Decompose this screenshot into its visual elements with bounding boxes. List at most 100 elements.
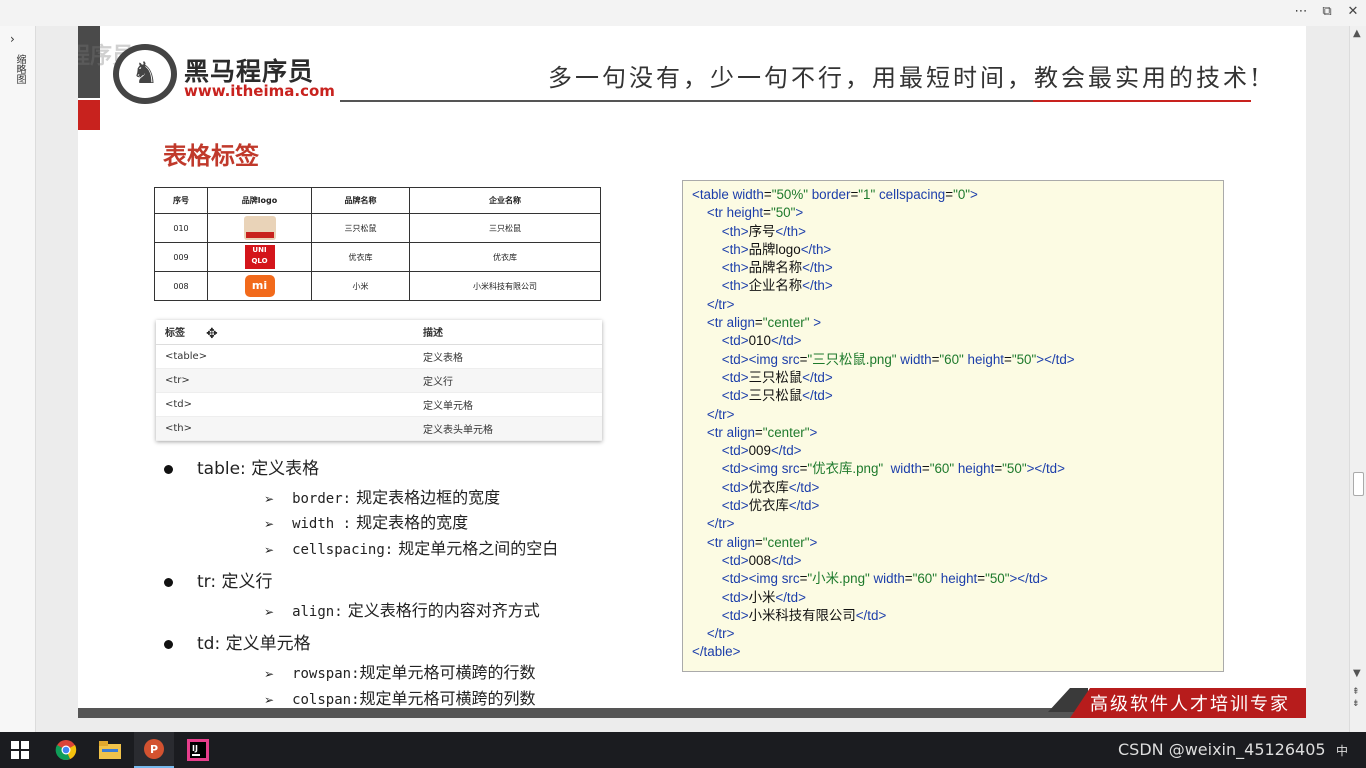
sub-bullet: ➢ cellspacing: 规定单元格之间的空白 bbox=[264, 535, 558, 559]
file-explorer-icon[interactable] bbox=[90, 732, 130, 768]
code-line: <td>小米科技有限公司</td> bbox=[721, 607, 887, 623]
code-line: <td>009</td> bbox=[721, 443, 802, 459]
uniqlo-logo-icon: UNI QLO bbox=[244, 245, 275, 269]
code-line: <td><img src="优衣库.png" width="60" height… bbox=[721, 461, 1065, 477]
vertical-scrollbar[interactable]: ▲ ▼ ⇞ ⇟ bbox=[1349, 26, 1366, 732]
scroll-up-icon[interactable]: ▲ bbox=[1353, 28, 1361, 39]
more-options-icon[interactable]: ⋯ bbox=[1290, 2, 1312, 22]
bullet-item: table: 定义表格 bbox=[164, 454, 319, 479]
windows-start-icon[interactable] bbox=[0, 732, 40, 768]
id-cell: 008 bbox=[154, 271, 208, 301]
sub-text: 规定单元格可横跨的行数 bbox=[359, 663, 536, 682]
slide-title: 表格标签 bbox=[163, 142, 259, 170]
desc-cell: 定义表头单元格 bbox=[414, 416, 602, 441]
code-line: <tr align="center"> bbox=[706, 424, 818, 440]
header-cell: 标签 bbox=[156, 320, 414, 345]
bullet-label: tr: 定义行 bbox=[197, 572, 273, 592]
arrow-bullet-icon: ➢ bbox=[264, 543, 275, 557]
code-line: <td>小米</td> bbox=[721, 589, 806, 605]
bullet-label: table: 定义表格 bbox=[197, 459, 320, 479]
page-nav-icons[interactable]: ⇞ ⇟ bbox=[1352, 686, 1360, 710]
table-header-row: 标签 描述 bbox=[156, 320, 602, 345]
tag-cell: <td> bbox=[156, 392, 414, 417]
sub-bullet: ➢ rowspan:规定单元格可横跨的行数 bbox=[264, 659, 536, 683]
tag-cell: <th> bbox=[156, 416, 414, 441]
code-line: <table width="50%" border="1" cellspacin… bbox=[692, 187, 978, 202]
company-cell: 小米科技有限公司 bbox=[409, 271, 601, 301]
tag-description-table: 标签 描述 <table> 定义表格 <tr> 定义行 <td> 定义单元格 <… bbox=[156, 320, 602, 441]
logo-cell: mi bbox=[207, 271, 312, 301]
sub-code: cellspacing: bbox=[292, 542, 394, 558]
header-cell: 企业名称 bbox=[409, 187, 601, 214]
arrow-bullet-icon: ➢ bbox=[264, 693, 275, 707]
header-cell: 品牌名称 bbox=[311, 187, 410, 214]
code-line: </table> bbox=[692, 644, 741, 660]
code-line: <tr align="center" > bbox=[706, 315, 822, 331]
slogan: 多一句没有，少一句不行，用最短时间，教会最实用的技术! bbox=[548, 64, 1263, 92]
sub-bullet: ➢ align: 定义表格行的内容对齐方式 bbox=[264, 597, 540, 621]
id-cell: 010 bbox=[154, 213, 208, 243]
sub-code: border: bbox=[292, 491, 352, 507]
code-line: <tr height="50"> bbox=[706, 205, 804, 221]
desc-cell: 定义表格 bbox=[414, 344, 602, 369]
xiaomi-logo-icon: mi bbox=[244, 275, 275, 297]
code-line: <th>序号</th> bbox=[721, 223, 806, 239]
code-line: <td>008</td> bbox=[721, 552, 802, 568]
bullet-label: td: 定义单元格 bbox=[197, 634, 311, 654]
scroll-down-icon[interactable]: ▼ bbox=[1353, 668, 1361, 679]
bullet-dot-icon bbox=[164, 639, 173, 649]
name-cell: 小米 bbox=[311, 271, 410, 301]
code-line: <th>品牌名称</th> bbox=[721, 260, 833, 276]
sub-text: 规定单元格可横跨的列数 bbox=[359, 689, 536, 708]
header-cell: 品牌logo bbox=[207, 187, 312, 214]
chrome-icon[interactable] bbox=[46, 732, 86, 768]
header-cell: 序号 bbox=[154, 187, 208, 214]
jetbrains-ide-icon[interactable]: IJ bbox=[178, 732, 218, 768]
svg-text:IJ: IJ bbox=[192, 744, 198, 753]
thumbnail-pane-label[interactable]: 缩略图 bbox=[11, 54, 25, 84]
desc-cell: 定义单元格 bbox=[414, 392, 602, 417]
squirrel-logo-icon bbox=[243, 216, 276, 240]
bullet-dot-icon bbox=[164, 464, 173, 474]
desc-cell: 定义行 bbox=[414, 368, 602, 393]
scrollbar-thumb[interactable] bbox=[1353, 472, 1364, 496]
sub-text: 规定表格边框的宽度 bbox=[351, 488, 501, 507]
arrow-bullet-icon: ➢ bbox=[264, 517, 275, 531]
table-row: <table> 定义表格 bbox=[156, 344, 602, 369]
mouse-cursor-icon: ✥ bbox=[206, 326, 218, 342]
code-line: </tr> bbox=[706, 626, 735, 642]
code-line: <td><img src="小米.png" width="60" height=… bbox=[721, 571, 1048, 587]
powerpoint-icon[interactable]: P bbox=[134, 732, 174, 768]
input-method-indicator[interactable]: 中 bbox=[1336, 742, 1348, 759]
code-line: <td>优衣库</td> bbox=[721, 498, 820, 514]
code-line: </tr> bbox=[706, 296, 735, 312]
brand-table: 序号 品牌logo 品牌名称 企业名称 010 三只松鼠 三只松鼠 009 UN… bbox=[154, 187, 601, 301]
csdn-watermark: CSDN @weixin_45126405 bbox=[1118, 740, 1326, 759]
sub-code: align: bbox=[292, 604, 343, 620]
close-window-icon[interactable]: ✕ bbox=[1342, 2, 1364, 22]
code-line: <th>品牌logo</th> bbox=[721, 241, 832, 257]
code-line: </tr> bbox=[706, 406, 735, 422]
tag-cell: <tr> bbox=[156, 368, 414, 393]
code-line: <td>三只松鼠</td> bbox=[721, 388, 833, 404]
thumbnail-pane bbox=[0, 26, 36, 732]
arrow-bullet-icon: ➢ bbox=[264, 492, 275, 506]
logo-cell: UNI QLO bbox=[207, 242, 312, 272]
sub-bullet: ➢ border: 规定表格边框的宽度 bbox=[264, 484, 500, 508]
sub-code: width : bbox=[292, 516, 352, 532]
id-cell: 009 bbox=[154, 242, 208, 272]
code-line: <tr align="center"> bbox=[706, 534, 818, 550]
bullet-dot-icon bbox=[164, 577, 173, 587]
sub-text: 定义表格行的内容对齐方式 bbox=[342, 601, 540, 620]
header-red-band bbox=[78, 100, 100, 130]
tag-cell: <table> bbox=[156, 344, 414, 369]
sub-bullet: ➢ width : 规定表格的宽度 bbox=[264, 509, 468, 533]
expand-thumbnails-icon[interactable]: › bbox=[10, 32, 15, 46]
company-cell: 三只松鼠 bbox=[409, 213, 601, 243]
bullet-item: tr: 定义行 bbox=[164, 567, 273, 592]
restore-window-icon[interactable]: ⧉ bbox=[1316, 2, 1338, 22]
arrow-bullet-icon: ➢ bbox=[264, 667, 275, 681]
code-line: <td>010</td> bbox=[721, 333, 802, 349]
code-line: <th>企业名称</th> bbox=[721, 278, 833, 294]
header-divider-accent bbox=[1033, 100, 1251, 102]
